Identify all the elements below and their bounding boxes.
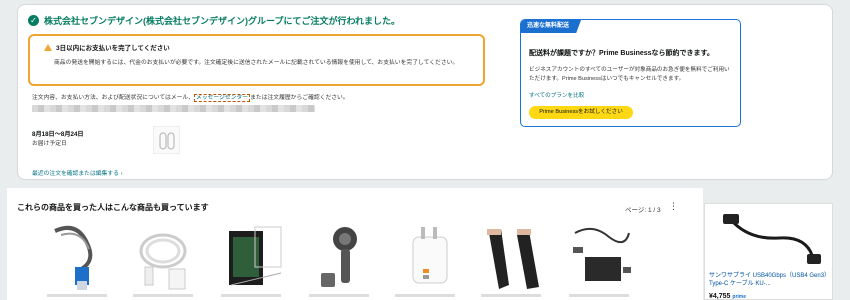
review-edit-orders-link[interactable]: 最近の注文を確認または編集する › xyxy=(32,168,123,177)
usb-c-cable-image xyxy=(723,214,821,264)
prime-business-card: 迅速な無料配送 配送料が課題ですか？Prime Businessなら節約できます… xyxy=(520,19,741,127)
recommended-product[interactable] xyxy=(47,223,113,297)
recommended-product[interactable] xyxy=(481,223,547,297)
product-title-placeholder xyxy=(481,294,541,297)
arm-sleeves-image xyxy=(487,229,539,289)
message-center-link[interactable]: メッセージセンター xyxy=(194,94,251,102)
product-title-placeholder xyxy=(569,294,629,297)
compare-plans-link[interactable]: すべてのプランを比較 xyxy=(529,91,584,99)
warning-heading: 3日以内にお支払いを完了してください xyxy=(44,42,170,52)
recommendations-title: これらの商品を買った人はこんな商品も買っています xyxy=(17,203,209,212)
prime-badge: prime xyxy=(732,294,747,300)
delivery-label: お届け予定日 xyxy=(32,141,67,147)
hdmi-switch-image xyxy=(573,227,631,281)
prime-title: 配送料が課題ですか？Prime Businessなら節約できます。 xyxy=(529,50,714,57)
prime-body: ビジネスアカウントのすべてのユーザーが対象商品のお急ぎ便を無料でご利用いただけま… xyxy=(529,67,730,82)
product-title-placeholder xyxy=(47,294,107,297)
order-info-suffix: または注文履歴からご確認ください。 xyxy=(250,95,349,101)
sponsored-product-price: ¥4,755 xyxy=(709,293,731,300)
product-title-placeholder xyxy=(221,294,281,297)
carousel-page-indicator: ページ: 1 / 3 xyxy=(625,207,661,214)
recommended-product[interactable] xyxy=(569,223,635,297)
product-title-placeholder xyxy=(395,294,455,297)
delivery-date: 8月18日〜8月24日 xyxy=(32,131,84,138)
recommended-product[interactable] xyxy=(133,223,199,297)
recommended-product[interactable] xyxy=(309,223,375,297)
confirmation-heading: ✓ 株式会社セブンデザイン(株式会社セブンデザイン)グループにてご注文が行われま… xyxy=(28,14,400,27)
white-cable-image xyxy=(139,233,187,290)
recommended-product[interactable] xyxy=(221,223,287,297)
redacted-address-bar xyxy=(32,105,315,112)
order-info-prefix: 注文内容、お支払い方法、および配送状況についてはメール、 xyxy=(32,95,195,101)
more-options-icon[interactable]: ⋮ xyxy=(669,202,678,211)
ethernet-cable-image xyxy=(54,226,93,290)
sponsored-product-card[interactable]: サンワサプライ USB40Gbps（USB4 Gen3）Type-C ケーブル … xyxy=(704,203,833,300)
try-prime-business-button[interactable]: Prime Businessをお試しください xyxy=(529,106,633,119)
order-info-text: 注文内容、お支払い方法、および配送状況についてはメール、 メッセージセンター または… xyxy=(32,92,349,102)
warning-title: 3日以内にお支払いを完了してください xyxy=(56,45,170,52)
product-title-placeholder xyxy=(133,294,193,297)
recommended-product[interactable] xyxy=(395,223,461,297)
recommendations-carousel: これらの商品を買った人はこんな商品も買っています ページ: 1 / 3 ⋮ xyxy=(7,188,703,300)
usb-charger-image xyxy=(412,227,448,284)
sponsored-product-price-row: ¥4,755 prime xyxy=(709,293,746,300)
ordered-product-thumbnail[interactable] xyxy=(153,126,180,154)
confirmation-title: 株式会社セブンデザイン(株式会社セブンデザイン)グループにてご注文が行われました… xyxy=(44,16,401,26)
sponsored-product-name[interactable]: サンワサプライ USB40Gbps（USB4 Gen3）Type-C ケーブル … xyxy=(709,272,831,288)
payment-warning-box: 3日以内にお支払いを完了してください 商品の発送を開始するには、代金のお支払いが… xyxy=(28,34,485,86)
warning-icon xyxy=(44,43,52,51)
hair-dryer-image xyxy=(321,227,357,287)
check-circle-icon: ✓ xyxy=(28,15,39,26)
screen-protector-image xyxy=(229,226,282,286)
order-confirmation-card: ✓ 株式会社セブンデザイン(株式会社セブンデザイン)グループにてご注文が行われま… xyxy=(17,4,833,180)
product-title-placeholder xyxy=(309,294,369,297)
free-shipping-badge: 迅速な無料配送 xyxy=(521,20,582,33)
warning-body: 商品の発送を開始するには、代金のお支払いが必要です。注文確定後に送信されたメール… xyxy=(54,60,459,66)
